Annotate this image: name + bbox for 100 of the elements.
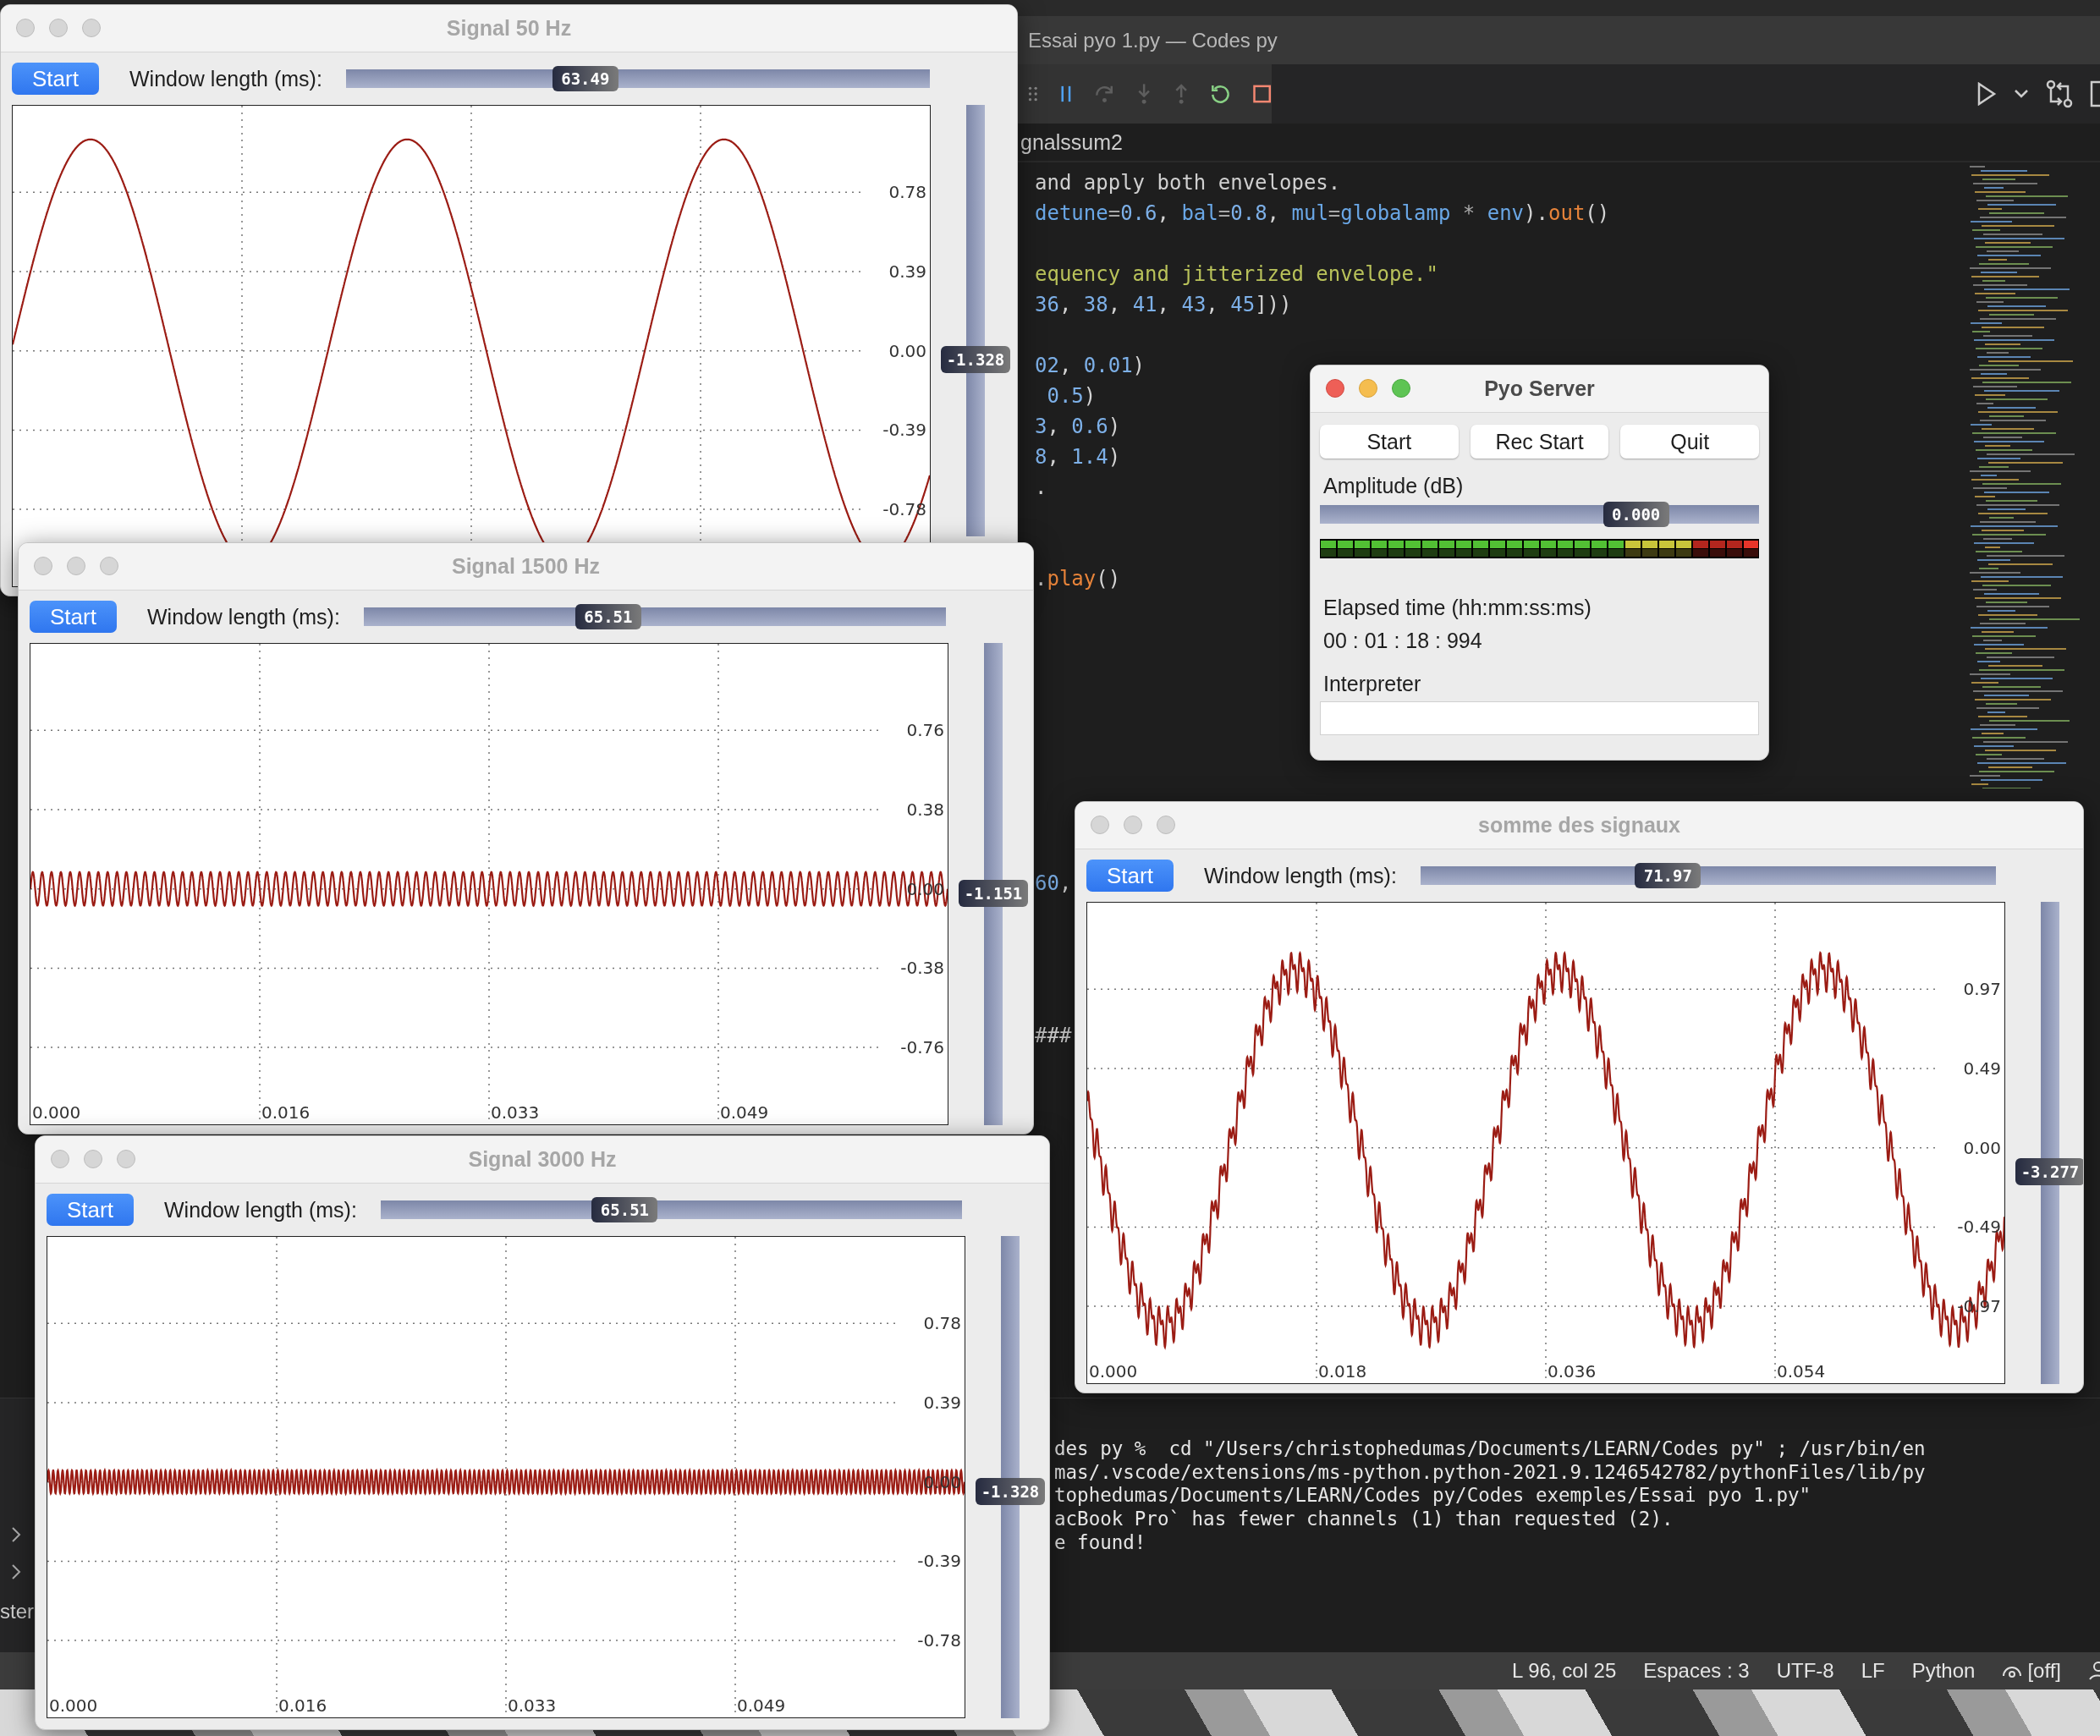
person-icon[interactable]	[2088, 1661, 2100, 1681]
close-button[interactable]	[51, 1150, 69, 1168]
y-axis-label: 0.38	[906, 798, 944, 821]
zoom-button[interactable]	[1157, 816, 1175, 834]
slider-thumb[interactable]: 63.49	[552, 66, 618, 91]
zoom-button[interactable]	[117, 1150, 135, 1168]
server-button[interactable]: Quit	[1620, 425, 1759, 459]
server-button[interactable]: Start	[1320, 425, 1459, 459]
gain-slider[interactable]: -1.328	[940, 105, 1011, 536]
status-item[interactable]: UTF-8	[1776, 1659, 1834, 1683]
window-length-label: Window length (ms):	[129, 66, 322, 91]
caret-icon[interactable]	[2014, 89, 2029, 99]
window-length-slider[interactable]: 65.51	[363, 604, 946, 629]
start-button[interactable]: Start	[1086, 860, 1174, 892]
status-item[interactable]: L 96, col 25	[1512, 1659, 1617, 1683]
code-line: 0.5)	[1046, 383, 1097, 409]
x-axis-label: 0.016	[278, 1695, 327, 1716]
x-axis-label: 0.000	[1089, 1361, 1138, 1382]
slider-thumb[interactable]: 71.97	[1635, 863, 1701, 888]
gain-slider[interactable]: -3.277	[2015, 902, 2083, 1384]
code-line: and apply both envelopes.	[1035, 170, 1341, 196]
window-length-slider[interactable]: 63.49	[345, 66, 930, 91]
y-axis-label: 0.78	[923, 1312, 961, 1335]
code-line: detune=0.6, bal=0.8, mul=globalamp * env).out()	[1035, 201, 1610, 227]
slider-thumb[interactable]: -1.328	[976, 1478, 1045, 1506]
interpreter-field[interactable]	[1320, 701, 1759, 735]
slider-thumb[interactable]: 0.000	[1602, 502, 1669, 527]
status-item[interactable]: Python	[1911, 1659, 1976, 1683]
terminal-line: acBook Pro` has fewer channels (1) than requested (2).	[1054, 1508, 1674, 1531]
amplitude-slider[interactable]: 0.000	[1320, 502, 1759, 527]
elapsed-time-label: Elapsed time (hh:mm:ss:ms)	[1323, 596, 1592, 620]
x-axis-label: 0.018	[1318, 1361, 1367, 1382]
close-button[interactable]	[1326, 379, 1344, 398]
chevron-icon[interactable]	[10, 1525, 22, 1544]
y-axis-label: -0.38	[900, 957, 944, 980]
code-line: ###	[1035, 1023, 1072, 1049]
gain-slider[interactable]: -1.151	[958, 643, 1029, 1125]
gain-slider[interactable]: -1.328	[975, 1236, 1046, 1718]
code-line: .	[1035, 475, 1047, 501]
y-axis-label: 0.00	[1963, 1136, 2001, 1159]
x-axis-label: 0.036	[1548, 1361, 1597, 1382]
y-axis-label: -0.76	[900, 1036, 944, 1059]
close-button[interactable]	[1091, 816, 1109, 834]
breadcrumb[interactable]: gnalssum2	[1020, 129, 1123, 155]
slider-thumb[interactable]: 65.51	[574, 604, 641, 629]
code-line: 8, 1.4)	[1035, 444, 1121, 470]
minimize-button[interactable]	[84, 1150, 102, 1168]
zoom-button[interactable]	[100, 557, 118, 575]
status-item[interactable]: LF	[1861, 1659, 1885, 1683]
y-axis-label: 0.49	[1963, 1057, 2001, 1080]
close-button[interactable]	[16, 19, 35, 37]
run-icon[interactable]	[1976, 82, 1997, 106]
x-axis-label: 0.033	[491, 1102, 540, 1123]
slider-thumb[interactable]: -1.328	[941, 345, 1010, 373]
zoom-button[interactable]	[1392, 379, 1410, 398]
window-title: Signal 3000 Hz	[468, 1147, 617, 1172]
terminal-line: des py % cd "/Users/christophedumas/Documents/LEARN/Codes py" ; /usr/bin/en	[1054, 1437, 1926, 1461]
y-axis-label: 0.78	[888, 181, 926, 204]
minimize-button[interactable]	[67, 557, 85, 575]
amplitude-label: Amplitude (dB)	[1323, 474, 1465, 498]
close-button[interactable]	[34, 557, 52, 575]
window-title: Pyo Server	[1484, 376, 1595, 401]
slider-thumb[interactable]: -3.277	[2015, 1158, 2083, 1186]
compare-icon[interactable]	[2046, 80, 2073, 108]
code-line: 3, 0.6)	[1035, 414, 1121, 440]
window-length-label: Window length (ms):	[164, 1197, 357, 1222]
x-axis-label: 0.054	[1777, 1361, 1826, 1382]
code-line: 02, 0.01)	[1035, 353, 1146, 379]
y-axis-label: -0.39	[882, 419, 926, 442]
y-axis-label: 0.97	[1963, 978, 2001, 1001]
x-axis-label: 0.000	[32, 1102, 81, 1123]
terminal-line: mas/.vscode/extensions/ms-python.python-2021.9.1246542782/pythonFiles/lib/py	[1054, 1460, 1926, 1485]
start-button[interactable]: Start	[30, 601, 117, 633]
window-title: somme des signaux	[1478, 813, 1680, 838]
interpreter-label: Interpreter	[1323, 672, 1422, 696]
minimize-button[interactable]	[49, 19, 68, 37]
window-length-slider[interactable]: 65.51	[380, 1197, 962, 1222]
chevron-icon[interactable]	[10, 1563, 22, 1581]
start-button[interactable]: Start	[47, 1194, 134, 1226]
y-axis-label: -0.39	[917, 1550, 961, 1573]
grip-icon[interactable]	[1028, 85, 1038, 103]
server-button[interactable]: Rec Start	[1470, 425, 1609, 459]
window-length-slider[interactable]: 71.97	[1420, 863, 1996, 888]
code-line: 36, 38, 41, 43, 45]))	[1035, 292, 1292, 318]
x-axis-label: 0.049	[720, 1102, 769, 1123]
x-axis-label: 0.033	[508, 1695, 557, 1716]
window-title: Signal 1500 Hz	[451, 554, 601, 579]
slider-thumb[interactable]: -1.151	[959, 880, 1028, 908]
minimize-button[interactable]	[1124, 816, 1142, 834]
minimize-button[interactable]	[1359, 379, 1377, 398]
split-editor-icon[interactable]	[2090, 80, 2100, 107]
slider-thumb[interactable]: 65.51	[591, 1197, 658, 1222]
live-share-status[interactable]: [off]	[2002, 1659, 2061, 1683]
step-into-icon[interactable]	[1136, 81, 1152, 107]
y-axis-label: 0.39	[888, 260, 926, 283]
x-axis-label: 0.049	[737, 1695, 786, 1716]
editor-title: Essai pyo 1.py — Codes py	[1028, 28, 1278, 52]
zoom-button[interactable]	[82, 19, 101, 37]
status-item[interactable]: Espaces : 3	[1643, 1659, 1750, 1683]
start-button[interactable]: Start	[12, 63, 99, 95]
